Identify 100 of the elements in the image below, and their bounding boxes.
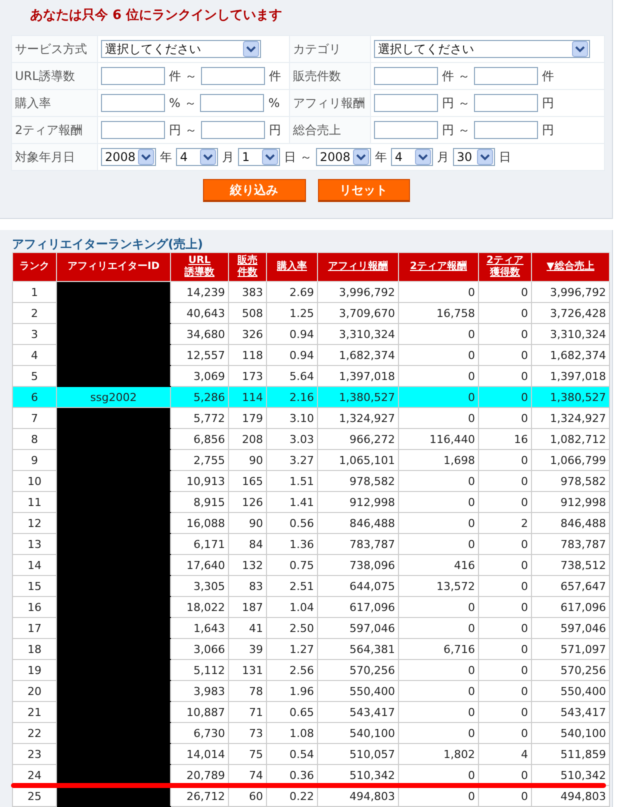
input-field[interactable] [200,94,264,112]
table-cell: 3,709,670 [339,306,395,320]
table-cell: 10,887 [186,706,225,718]
dropdown[interactable]: 30 [452,148,495,166]
table-cell: 18,022 [186,600,225,614]
table-cell: 966,272 [350,432,395,446]
table-cell: 0 [468,390,475,404]
input-field[interactable] [474,94,538,112]
table-cell: 73 [249,726,263,740]
table-cell: 1,643 [194,622,225,634]
table-cell: 644,075 [350,580,395,592]
dropdown[interactable]: 1 [238,148,280,166]
table-cell: 540,100 [560,726,606,740]
dropdown[interactable]: 4 [390,148,433,166]
input-field[interactable] [101,94,165,112]
table-cell: 12,557 [186,348,225,362]
table-cell: 0 [521,474,528,488]
dropdown[interactable]: 選択してください [374,40,590,58]
input-field[interactable] [101,67,165,85]
unit-label: % [169,96,180,110]
table-cell: 912,998 [350,496,395,508]
input-field[interactable] [374,67,438,85]
rank-cell: 21 [28,706,42,718]
input-field[interactable] [101,121,165,139]
table-cell: 16 [514,432,528,446]
unit-label: % [268,96,280,110]
chevron-down-icon [414,149,431,165]
tilde-label: ～ [458,94,470,112]
table-cell: 508 [242,306,263,320]
table-cell: 0 [468,286,475,298]
table-cell: 0 [521,642,528,656]
table-cell: 2 [521,516,528,530]
table-cell: 597,046 [350,622,395,634]
rank-cell: 2 [31,306,38,320]
rank-cell: 4 [31,348,38,362]
table-cell: 0 [468,538,475,550]
rank-cell: 1 [31,286,38,298]
table-cell: 41 [249,622,263,634]
chevron-down-icon [476,149,493,165]
field-label: アフィリ報酬 [293,96,365,110]
tilde-label: ～ [185,122,197,138]
table-cell: 846,488 [350,516,395,530]
input-field[interactable] [201,67,265,85]
dropdown[interactable]: 2008 [101,148,156,166]
table-cell: 13,572 [436,580,475,592]
table-cell: 5,112 [194,664,225,676]
table-cell: 571,097 [560,642,606,656]
table-cell: 39 [249,642,263,656]
table-cell: 40,643 [186,306,225,320]
table-cell: 3.10 [290,412,314,424]
rank-cell: 15 [28,580,42,592]
table-cell: 1.25 [290,306,314,320]
table-cell: 510,342 [560,768,606,782]
dropdown[interactable]: 選択してください [101,40,261,58]
table-cell: 74 [249,768,263,782]
table-cell: 0 [521,538,528,550]
table-cell: 132 [242,558,263,572]
table-cell: 3,726,428 [550,306,606,320]
input-field[interactable] [374,94,438,112]
table-cell: 8,915 [194,496,225,508]
table-cell: 978,582 [560,474,606,488]
table-cell: 1,397,018 [339,370,395,382]
input-field[interactable] [474,67,538,85]
table-cell: 26,712 [186,790,225,802]
table-cell: 5,286 [194,390,225,404]
table-cell: 2.56 [290,664,314,676]
column-header: ランク [20,261,50,273]
table-cell: 550,400 [560,684,606,698]
input-field[interactable] [374,121,438,139]
table-cell: 0 [521,622,528,634]
table-cell: 3,066 [194,642,225,656]
table-cell: 494,803 [560,790,606,802]
table-cell: 326 [242,328,263,340]
table-cell: 0 [521,664,528,676]
table-cell: 0 [468,474,475,488]
table-cell: 5,772 [194,412,225,424]
table-cell: 83 [249,580,263,592]
date-unit-label: 年 [374,148,387,166]
input-field[interactable] [474,121,538,139]
unit-label: 円 [542,122,554,138]
table-cell: 3,983 [194,684,225,698]
tilde-label: ～ [185,68,197,84]
unit-label: 件 [442,68,454,84]
dropdown[interactable]: 4 [176,148,218,166]
table-cell: 0 [521,348,528,362]
table-cell: 1,065,101 [339,454,395,466]
table-cell: 116,440 [430,432,475,446]
input-field[interactable] [201,121,265,139]
table-cell: 570,256 [560,664,606,676]
table-cell: 131 [242,664,263,676]
table-cell: 0 [468,790,475,802]
table-cell: 783,787 [350,538,395,550]
rank-cell: 14 [28,558,42,572]
rank-cell: 19 [28,664,42,676]
table-cell: 1.41 [290,496,314,508]
dropdown[interactable]: 2008 [316,148,371,166]
table-cell: 6,716 [444,642,475,656]
table-cell: 1,682,374 [339,348,395,362]
table-cell: 564,381 [350,642,395,656]
field-label: 2ティア報酬 [15,122,83,136]
